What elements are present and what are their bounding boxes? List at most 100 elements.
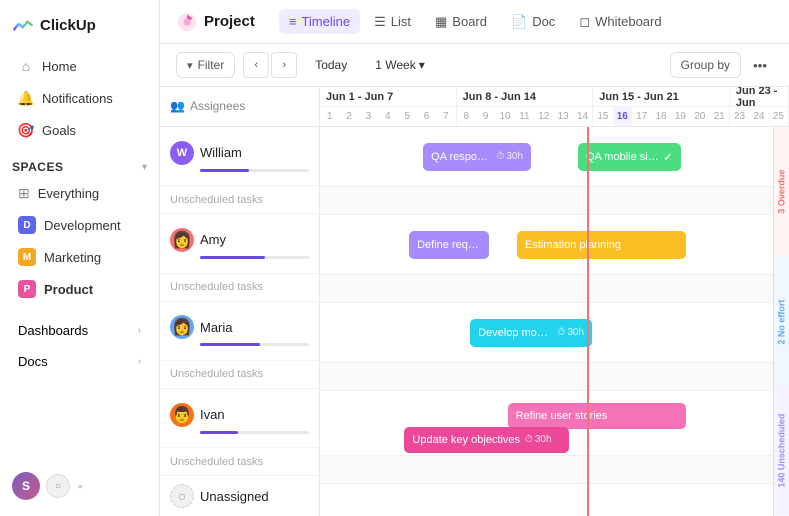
today-button[interactable]: Today <box>305 53 357 77</box>
sidebar-item-label: Home <box>42 59 77 74</box>
more-options-button[interactable]: ••• <box>747 52 773 78</box>
task-label: Update key objectives <box>412 434 520 446</box>
app-logo[interactable]: ClickUp <box>0 0 159 46</box>
sidebar-item-notifications[interactable]: 🔔 Notifications <box>6 83 153 113</box>
task-time: ⏱ 30h <box>497 151 524 162</box>
assignee-info: 👩 Maria <box>170 315 309 339</box>
date-group-2-header: Jun 8 - Jun 14 <box>457 87 593 107</box>
date-day: 15 <box>593 107 612 126</box>
space-label: Marketing <box>44 250 101 265</box>
sidebar: ClickUp ⌂ Home 🔔 Notifications 🎯 Goals S… <box>0 0 160 516</box>
prev-button[interactable]: ‹ <box>243 52 269 78</box>
unassigned-avatar: ○ <box>170 484 194 508</box>
sidebar-item-docs[interactable]: Docs › <box>6 347 153 376</box>
space-label: Development <box>44 218 121 233</box>
sidebar-item-label: Goals <box>42 123 76 138</box>
project-title: Project <box>176 11 255 33</box>
next-button[interactable]: › <box>271 52 297 78</box>
william-unscheduled-label: Unscheduled tasks <box>170 194 309 206</box>
task-label: Estimation planning <box>525 239 621 251</box>
user-avatar[interactable]: S <box>12 472 40 500</box>
date-day: 1 <box>320 107 339 126</box>
no-effort-label[interactable]: 2 No effort <box>774 257 789 387</box>
sidebar-item-development[interactable]: D Development <box>6 210 153 240</box>
date-group-2: Jun 8 - Jun 14 8 9 10 11 12 13 14 <box>457 87 594 126</box>
william-avatar: W <box>170 141 194 165</box>
sidebar-item-product[interactable]: P Product <box>6 274 153 304</box>
task-check-icon: ✓ <box>663 150 673 164</box>
tab-list[interactable]: ☰ List <box>364 9 421 35</box>
date-day: 11 <box>515 107 534 126</box>
amy-unscheduled-row: Unscheduled tasks <box>160 274 319 302</box>
date-days-3: 15 16 17 18 19 20 21 <box>593 107 729 126</box>
task-bar-develop-mobile[interactable]: Develop mobile app ⏱ 30h <box>470 319 592 347</box>
task-bar-define-req[interactable]: Define requirements <box>409 231 489 259</box>
date-group-3: Jun 15 - Jun 21 15 16 17 18 19 20 21 <box>593 87 730 126</box>
amy-avatar: 👩 <box>170 228 194 252</box>
assignee-row-amy: 👩 Amy <box>160 214 319 274</box>
spaces-collapse-icon[interactable]: ▾ <box>142 162 147 173</box>
main-content: Project ≡ Timeline ☰ List ▦ Board 📄 Doc … <box>160 0 789 516</box>
right-side-labels: 3 Overdue 2 No effort 140 Unscheduled <box>773 127 789 516</box>
amy-name: Amy <box>200 232 226 247</box>
date-day: 5 <box>398 107 417 126</box>
william-progress-bg <box>200 169 309 172</box>
tab-navigation: ≡ Timeline ☰ List ▦ Board 📄 Doc ◻ Whiteb… <box>279 9 672 35</box>
gantt-rows-area: QA responsive breakpoints ⏱ 30h QA mobil… <box>320 127 789 516</box>
task-bar-update-objectives[interactable]: Update key objectives ⏱ 30h <box>404 427 568 453</box>
task-bar-refine-stories[interactable]: Refine user stories <box>508 403 686 429</box>
week-select-button[interactable]: 1 Week ▾ <box>365 53 435 77</box>
assignees-header: 👥 Assignees <box>160 87 319 127</box>
amy-unscheduled-label: Unscheduled tasks <box>170 281 309 293</box>
sidebar-item-home[interactable]: ⌂ Home <box>6 51 153 81</box>
secondary-avatar[interactable]: ○ <box>46 474 70 498</box>
date-day: 9 <box>476 107 495 126</box>
date-day: 3 <box>359 107 378 126</box>
william-progress-fill <box>200 169 249 172</box>
clickup-logo-icon <box>12 14 34 36</box>
date-day: 13 <box>554 107 573 126</box>
assignee-info: 👨 Ivan <box>170 403 309 427</box>
task-bar-qa-mobile[interactable]: QA mobile signup.. ✓ <box>578 143 681 171</box>
ivan-avatar: 👨 <box>170 403 194 427</box>
tab-whiteboard[interactable]: ◻ Whiteboard <box>569 9 671 35</box>
sidebar-item-everything[interactable]: ⊞ Everything <box>6 179 153 208</box>
date-day: 7 <box>436 107 455 126</box>
date-day: 25 <box>769 107 788 126</box>
task-bar-qa-responsive[interactable]: QA responsive breakpoints ⏱ 30h <box>423 143 531 171</box>
gantt-row-amy: Define requirements Estimation planning <box>320 215 789 275</box>
date-day: 20 <box>690 107 709 126</box>
date-day: 6 <box>417 107 436 126</box>
sidebar-item-dashboards[interactable]: Dashboards › <box>6 316 153 345</box>
marketing-dot: M <box>18 248 36 266</box>
nav-section: ⌂ Home 🔔 Notifications 🎯 Goals <box>0 46 159 150</box>
tab-board[interactable]: ▦ Board <box>425 9 497 35</box>
unscheduled-label[interactable]: 140 Unscheduled <box>774 386 789 516</box>
filter-button[interactable]: ▾ Filter <box>176 52 235 78</box>
ivan-progress-fill <box>200 431 238 434</box>
unassigned-row: ○ Unassigned <box>160 476 319 516</box>
sidebar-item-marketing[interactable]: M Marketing <box>6 242 153 272</box>
nav-arrows: ‹ › <box>243 52 297 78</box>
date-day: 14 <box>573 107 592 126</box>
date-day: 19 <box>671 107 690 126</box>
group-by-button[interactable]: Group by <box>670 52 741 78</box>
date-group-4-header: Jun 23 - Jun <box>730 87 788 107</box>
overdue-label[interactable]: 3 Overdue <box>774 127 789 257</box>
gantt-row-maria-unscheduled <box>320 363 789 391</box>
date-day: 17 <box>632 107 651 126</box>
product-dot: P <box>18 280 36 298</box>
william-unscheduled-row: Unscheduled tasks <box>160 186 319 214</box>
date-group-3-header: Jun 15 - Jun 21 <box>593 87 729 107</box>
sidebar-item-goals[interactable]: 🎯 Goals <box>6 115 153 145</box>
filter-label: Filter <box>198 58 225 72</box>
app-name: ClickUp <box>40 17 96 34</box>
docs-arrow-icon: › <box>138 356 141 367</box>
gantt-chart: 👥 Assignees W William Unscheduled tasks <box>160 87 789 516</box>
date-day: 24 <box>749 107 768 126</box>
tab-doc[interactable]: 📄 Doc <box>501 9 565 35</box>
task-bar-estimation[interactable]: Estimation planning <box>517 231 686 259</box>
date-day: 18 <box>651 107 670 126</box>
tab-timeline[interactable]: ≡ Timeline <box>279 9 360 34</box>
assignee-row-maria: 👩 Maria <box>160 302 319 362</box>
